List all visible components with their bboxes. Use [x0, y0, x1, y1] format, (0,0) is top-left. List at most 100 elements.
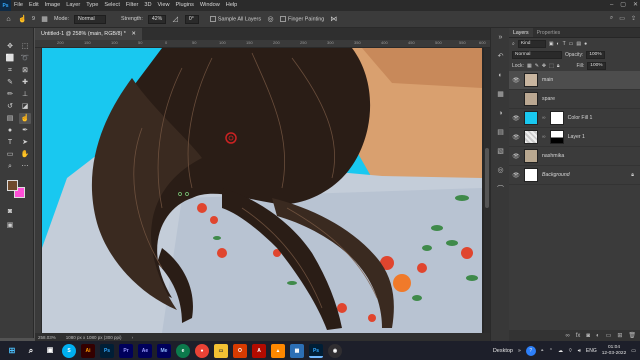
libraries-panel-icon[interactable]: ▤ [491, 123, 510, 142]
mask-link-icon[interactable]: ∞ [542, 115, 546, 121]
menu-type[interactable]: Type [83, 0, 101, 11]
share-icon[interactable]: ⇪ [631, 15, 636, 22]
menu-help[interactable]: Help [223, 0, 241, 11]
new-group-icon[interactable]: ▭ [606, 332, 612, 339]
move-tool-icon[interactable]: ✥ [4, 41, 16, 52]
lock-all-icon[interactable]: 🔒︎ [557, 63, 560, 69]
canvas-area[interactable] [42, 48, 484, 333]
mask-link-icon[interactable]: ∞ [542, 134, 546, 140]
language-indicator[interactable]: ENG [586, 348, 597, 354]
quick-mask-icon[interactable]: ◙ [4, 206, 16, 217]
edge-app-icon[interactable]: e [176, 343, 190, 358]
zoom-level[interactable]: 258.03% [38, 335, 56, 340]
after-effects-app-icon[interactable]: Ae [138, 343, 152, 358]
channels-panel-icon[interactable]: ◎ [491, 161, 510, 180]
path-select-tool-icon[interactable]: ➤ [19, 137, 31, 148]
layers-panel-icon[interactable]: ▧ [491, 142, 510, 161]
lock-artboard-icon[interactable]: ⬚ [549, 63, 554, 69]
lock-pixels-icon[interactable]: ▦ [527, 63, 532, 69]
desktop-toolbar-label[interactable]: Desktop [493, 348, 513, 354]
fx-icon[interactable]: fx [576, 333, 581, 339]
marquee-tool-icon[interactable]: ⬜ [4, 53, 16, 64]
visibility-eye-icon[interactable]: 👁︎ [512, 134, 520, 141]
delete-layer-icon[interactable]: 🗑︎ [628, 332, 636, 339]
filter-pixel-icon[interactable]: ▣ [549, 41, 554, 47]
search-icon[interactable]: ⌕ [610, 15, 613, 22]
artboard-tool-icon[interactable]: ⬚ [19, 41, 31, 52]
link-layers-icon[interactable]: ∞ [565, 333, 569, 339]
history-brush-tool-icon[interactable]: ↺ [4, 101, 16, 112]
menu-view[interactable]: View [154, 0, 172, 11]
finger-painting-checkbox[interactable]: Finger Painting [280, 15, 324, 22]
layer-main[interactable]: 👁︎ main [509, 71, 640, 90]
chrome-app-icon[interactable]: ● [195, 343, 209, 358]
menu-edit[interactable]: Edit [26, 0, 42, 11]
layer-color-fill-1[interactable]: 👁︎ ∞ Color Fill 1 [509, 109, 640, 128]
symmetry-icon[interactable]: ⋈ [329, 15, 338, 24]
angle-input[interactable]: 0° [184, 14, 199, 24]
heal-tool-icon[interactable]: ✚ [19, 77, 31, 88]
menu-3d[interactable]: 3D [141, 0, 154, 11]
screen-mode-icon[interactable]: ▣ [4, 220, 16, 231]
eyedropper-tool-icon[interactable]: ✎ [4, 77, 16, 88]
adjustments-panel-icon[interactable]: ◑ [491, 104, 510, 123]
adjustment-layer-icon[interactable]: ◐ [596, 333, 600, 339]
type-tool-icon[interactable]: T [4, 137, 16, 148]
skype-icon[interactable]: S [62, 343, 76, 358]
close-tab-icon[interactable]: ✕ [131, 31, 136, 37]
smudge-tool-preset-icon[interactable]: ☝ [18, 15, 27, 24]
gradient-tool-icon[interactable]: ▤ [4, 113, 16, 124]
filter-adjust-icon[interactable]: ◐ [557, 41, 560, 47]
visibility-eye-icon[interactable]: 👁︎ [512, 115, 520, 122]
photoshop-active-app-icon[interactable]: Ps [309, 343, 323, 358]
pen-tool-icon[interactable]: ✒ [19, 125, 31, 136]
filter-smart-icon[interactable]: ▤ [576, 41, 581, 47]
file-explorer-app-icon[interactable]: ▭ [214, 343, 228, 358]
new-layer-icon[interactable]: ⊞ [617, 332, 622, 339]
filter-toggle-icon[interactable]: ● [584, 41, 587, 47]
illustrator-app-icon[interactable]: Ai [81, 343, 95, 358]
crop-tool-icon[interactable]: ⌗ [4, 65, 16, 76]
zoom-tool-icon[interactable]: ⌕ [4, 161, 16, 172]
sample-all-layers-checkbox[interactable]: Sample All Layers [209, 15, 261, 22]
filter-kind-select[interactable]: Kind [517, 39, 546, 48]
menu-image[interactable]: Image [42, 0, 64, 11]
task-view-icon[interactable]: ▣ [43, 344, 57, 358]
hand-tool-icon[interactable]: ✋ [19, 149, 31, 160]
windows-start-icon[interactable]: ⊞ [5, 344, 19, 358]
blend-mode-select[interactable]: Normal [512, 50, 562, 59]
maximize-button[interactable]: ▢ [620, 0, 626, 11]
lock-position-icon[interactable]: ✥ [542, 63, 546, 69]
strength-input[interactable]: 42% [147, 14, 166, 24]
home-icon[interactable]: ⌂ [4, 15, 13, 24]
menu-file[interactable]: File [11, 0, 26, 11]
smudge-tool-icon[interactable]: ☝ [19, 113, 31, 124]
menu-filter[interactable]: Filter [123, 0, 141, 11]
premiere-app-icon[interactable]: Pr [119, 343, 133, 358]
brush-settings-icon[interactable]: ▦ [40, 15, 49, 24]
filter-shape-icon[interactable]: ▭ [569, 41, 574, 47]
menu-select[interactable]: Select [101, 0, 123, 11]
tab-properties[interactable]: Properties [533, 28, 565, 37]
layer-spare[interactable]: spare [509, 90, 640, 109]
layer-mask-thumbnail[interactable] [549, 130, 564, 144]
notifications-icon[interactable]: ▭ [631, 348, 636, 354]
stamp-tool-icon[interactable]: ⊥ [19, 89, 31, 100]
system-clock[interactable]: 01:04 12-03-2022 [602, 345, 627, 357]
fill-input[interactable]: 100% [587, 61, 606, 70]
rectangle-tool-icon[interactable]: ▭ [4, 149, 16, 160]
tab-layers[interactable]: Layers [509, 28, 533, 37]
pressure-icon[interactable]: ◎ [266, 15, 275, 24]
eraser-tool-icon[interactable]: ◪ [19, 101, 31, 112]
workspace-icon[interactable]: ▭ [619, 15, 625, 22]
brush-size-value[interactable]: 9 [32, 16, 35, 22]
volume-icon[interactable]: 🔊︎ [578, 348, 581, 354]
menu-layer[interactable]: Layer [63, 0, 83, 11]
menu-window[interactable]: Window [197, 0, 223, 11]
vlc-app-icon[interactable]: ▲ [271, 343, 285, 358]
add-mask-icon[interactable]: ◙ [586, 333, 590, 339]
media-encoder-app-icon[interactable]: Me [157, 343, 171, 358]
desktop-chevron-icon[interactable]: » [518, 348, 521, 354]
network-icon[interactable]: ⌔ [568, 348, 573, 354]
photos-app-icon[interactable]: ▦ [290, 343, 304, 358]
